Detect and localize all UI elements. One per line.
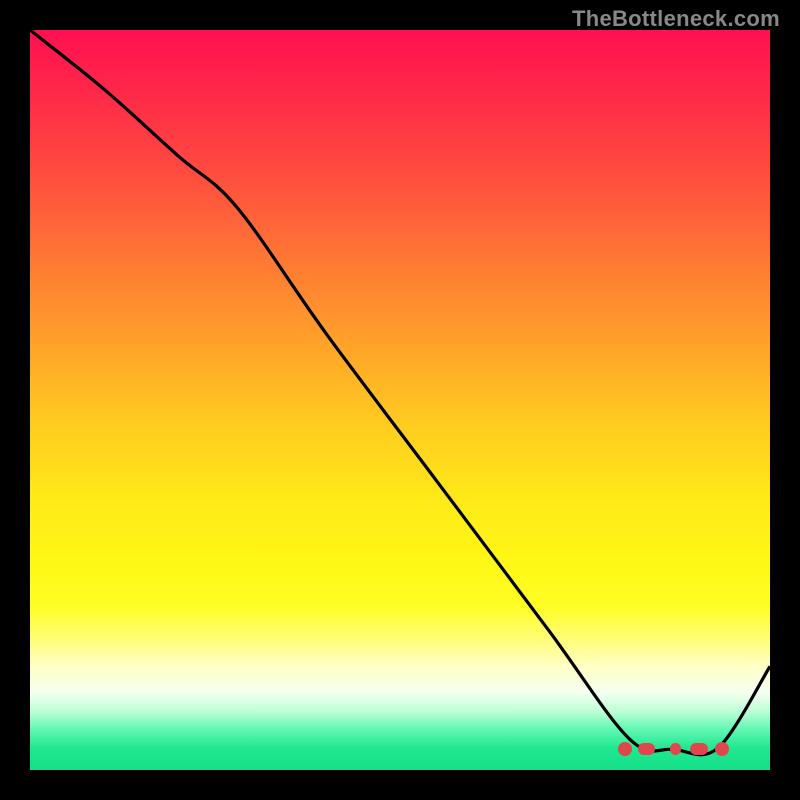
optimal-marker-segment [638,743,655,755]
optimal-marker-segment [670,743,681,755]
optimal-marker-segment [690,743,708,755]
optimal-marker-band [621,742,726,756]
plot-area [30,30,770,770]
chart-svg [30,30,770,770]
watermark-text: TheBottleneck.com [572,6,780,32]
optimal-marker-end [715,742,729,756]
optimal-marker-start [618,742,632,756]
bottleneck-curve [30,30,770,755]
